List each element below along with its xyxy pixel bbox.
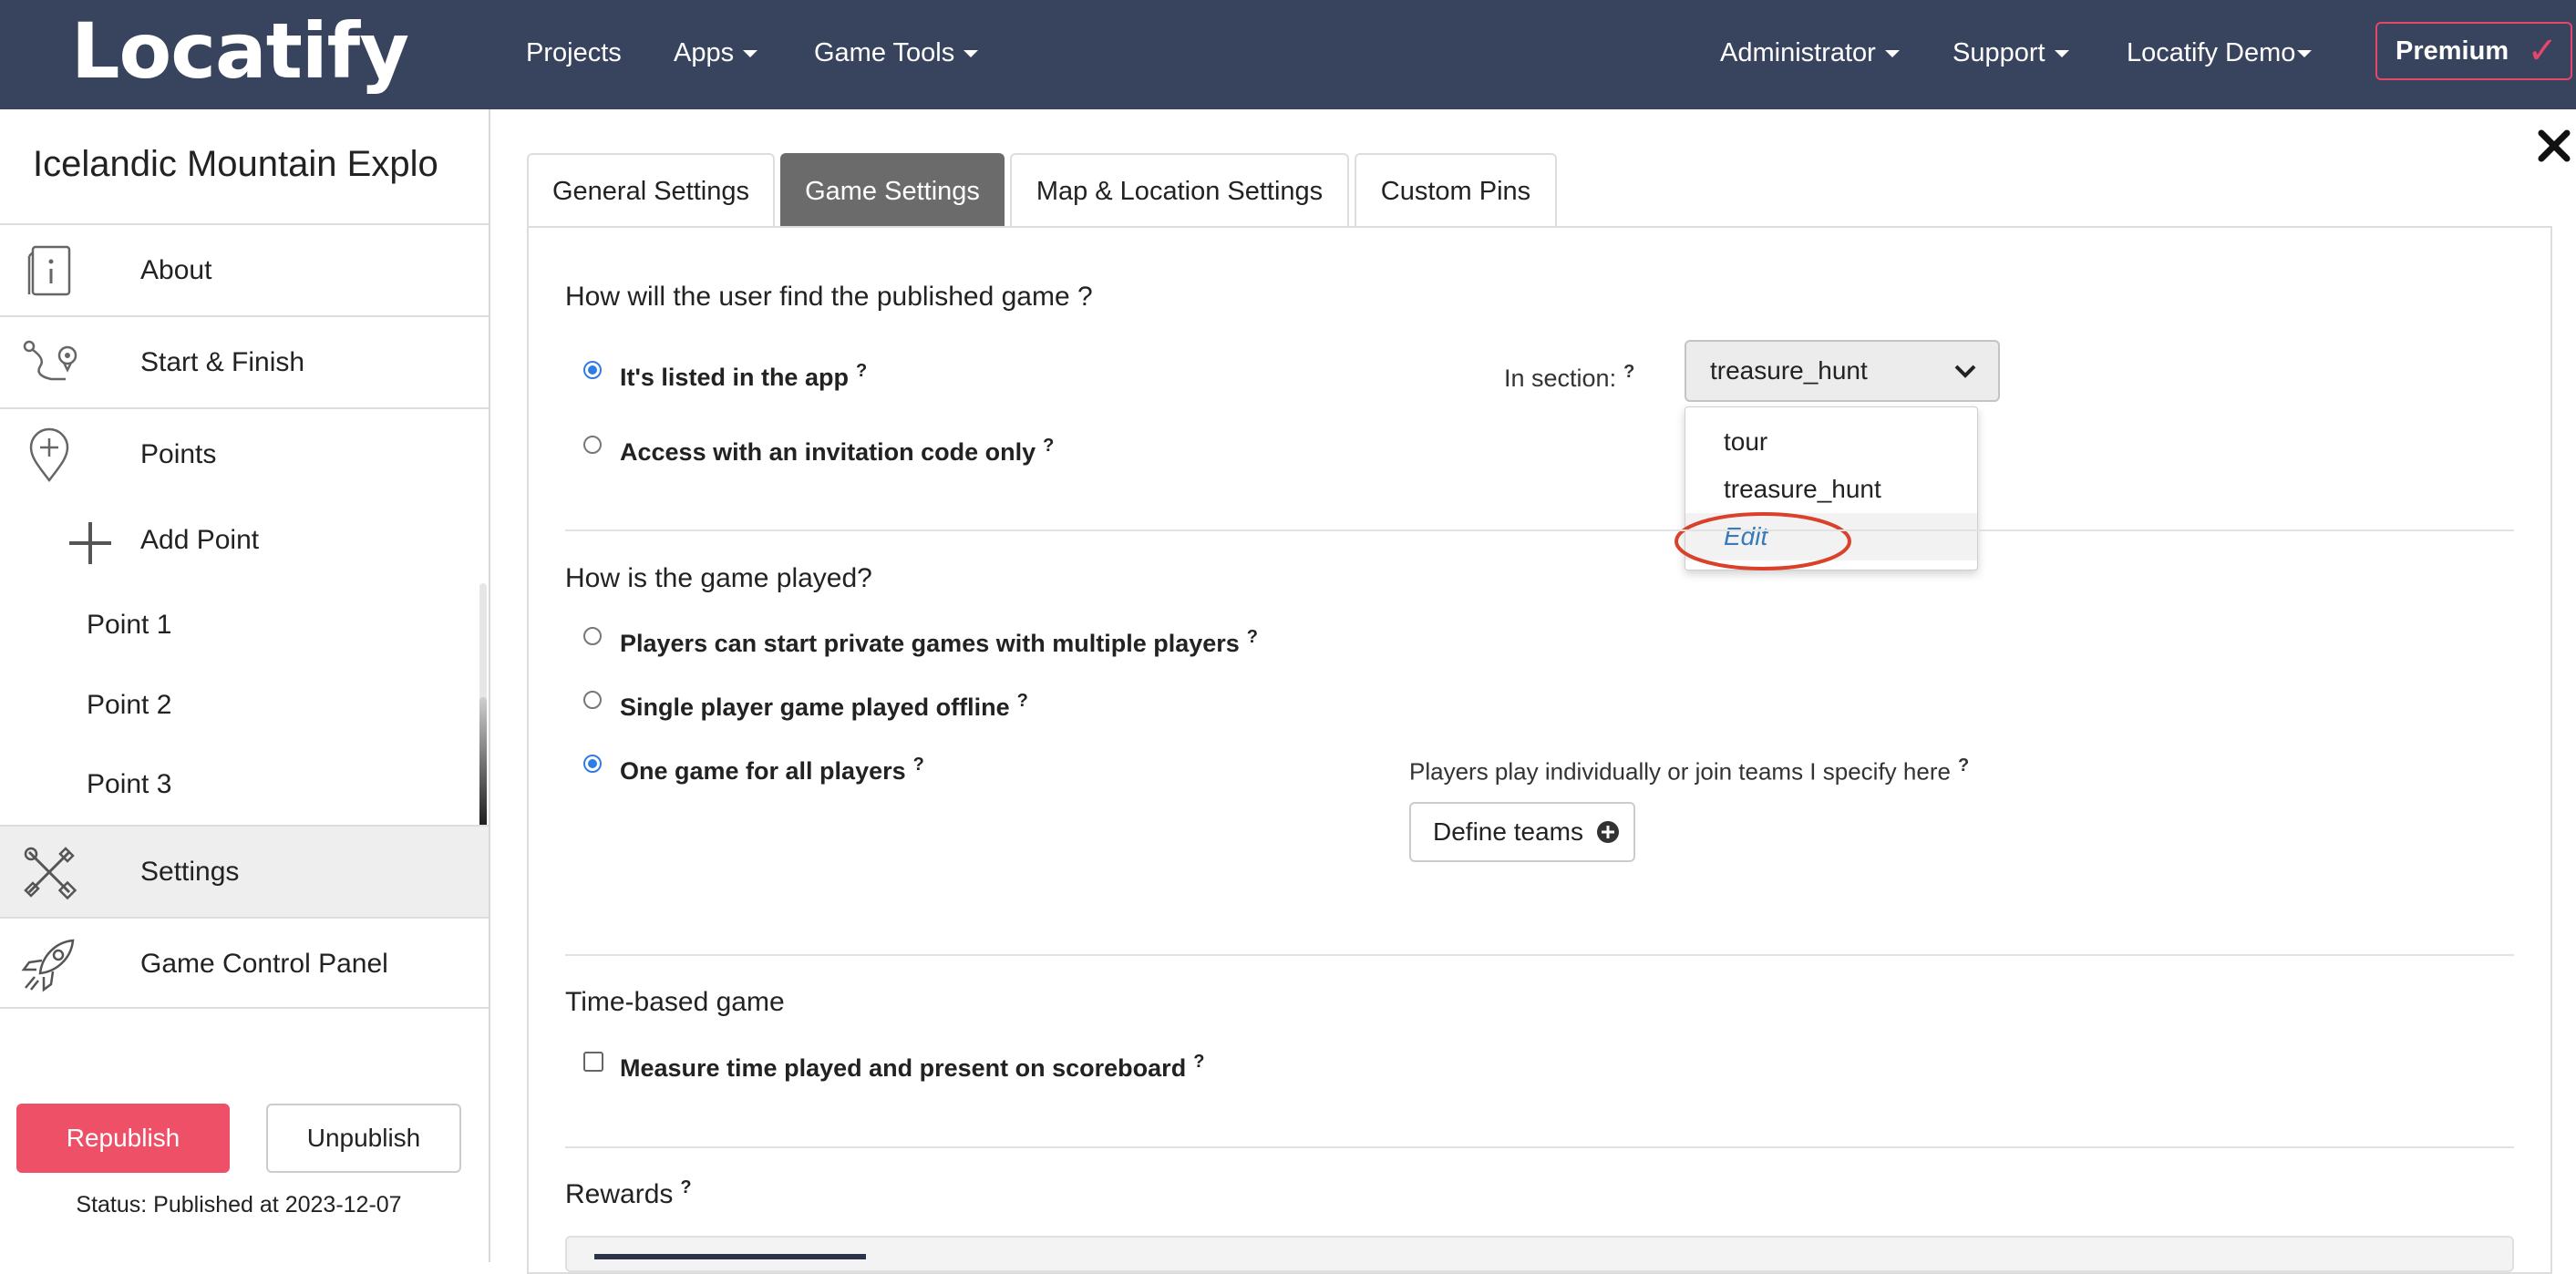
section-dropdown-menu: tour treasure_hunt Edit	[1685, 406, 1978, 570]
tab-custom-pins[interactable]: Custom Pins	[1355, 153, 1557, 226]
nav-administrator-label: Administrator	[1720, 38, 1876, 67]
info-icon	[27, 245, 71, 296]
private-games-radio[interactable]	[583, 627, 602, 645]
time-based-title: Time-based game	[565, 987, 785, 1017]
sidebar: Icelandic Mountain Explo About Start & F…	[0, 109, 490, 1262]
one-game-all-radio[interactable]	[583, 755, 602, 773]
invitation-code-radio[interactable]	[583, 436, 602, 454]
nav-apps[interactable]: Apps	[674, 35, 758, 71]
sidebar-item-game-control-panel[interactable]: Game Control Panel	[0, 917, 489, 1009]
sidebar-point-item[interactable]: Point 2	[87, 687, 171, 724]
help-icon[interactable]: ?	[1958, 755, 1969, 776]
republish-button[interactable]: Republish	[16, 1104, 230, 1173]
caret-down-icon	[2297, 50, 2313, 58]
route-icon	[23, 340, 77, 381]
sidebar-item-label: Start & Finish	[140, 347, 305, 377]
define-teams-button[interactable]: Define teams	[1409, 802, 1635, 862]
premium-label: Premium	[2396, 36, 2509, 66]
sidebar-item-label: Settings	[140, 857, 240, 887]
help-icon[interactable]: ?	[1193, 1052, 1204, 1072]
in-section-text: In section:	[1504, 365, 1617, 392]
single-player-radio[interactable]	[583, 691, 602, 709]
tab-game-settings[interactable]: Game Settings	[780, 153, 1005, 226]
nav-game-tools-label: Game Tools	[814, 38, 955, 67]
help-icon[interactable]: ?	[1017, 691, 1028, 711]
one-game-all-label: One game for all players	[620, 757, 906, 785]
rewards-title: Rewards?	[565, 1177, 692, 1210]
dropdown-option-tour[interactable]: tour	[1685, 418, 1977, 466]
map-pin-plus-icon	[29, 427, 69, 483]
measure-time-checkbox[interactable]	[583, 1052, 603, 1072]
nav-locatify-demo-label: Locatify Demo	[2127, 38, 2296, 67]
measure-time-label: Measure time played and present on score…	[620, 1054, 1187, 1082]
sidebar-item-points[interactable]: Points	[0, 407, 489, 499]
caret-down-icon	[1884, 50, 1900, 58]
chevron-down-icon	[1954, 365, 1976, 378]
sidebar-item-label: About	[140, 255, 212, 285]
unpublish-button[interactable]: Unpublish	[266, 1104, 461, 1173]
sidebar-item-settings[interactable]: Settings	[0, 825, 489, 917]
caret-down-icon	[963, 50, 979, 58]
rocket-icon	[21, 939, 75, 992]
nav-administrator[interactable]: Administrator	[1720, 35, 1900, 71]
find-section-title: How will the user find the published gam…	[565, 282, 1093, 312]
listed-in-app-label: It's listed in the app	[620, 364, 849, 391]
publish-status: Status: Published at 2023-12-07	[76, 1192, 402, 1217]
sidebar-point-item[interactable]: Point 3	[87, 766, 171, 803]
rewards-box	[565, 1236, 2514, 1272]
nav-support[interactable]: Support	[1953, 35, 2069, 71]
premium-button[interactable]: Premium ✓	[2375, 22, 2572, 80]
divider	[565, 1146, 2514, 1148]
divider	[565, 529, 2514, 531]
rewards-preview	[594, 1254, 866, 1259]
define-teams-label: Define teams	[1433, 817, 1583, 846]
sidebar-item-label: Points	[140, 439, 217, 469]
sidebar-scrollbar[interactable]	[479, 583, 487, 838]
section-select-value: treasure_hunt	[1710, 356, 1868, 385]
tab-general-settings[interactable]: General Settings	[527, 153, 775, 226]
locatify-logo[interactable]: Locatify	[71, 5, 409, 97]
top-navbar: Locatify Projects Apps Game Tools Admini…	[0, 0, 2576, 109]
single-player-label: Single player game played offline	[620, 694, 1010, 721]
plus-circle-icon	[1596, 821, 1619, 843]
nav-apps-label: Apps	[674, 38, 735, 67]
help-icon[interactable]: ?	[1247, 627, 1258, 647]
sidebar-item-about[interactable]: About	[0, 223, 489, 315]
dropdown-option-edit[interactable]: Edit	[1685, 513, 1977, 560]
dropdown-option-treasure-hunt[interactable]: treasure_hunt	[1685, 466, 1977, 513]
in-section-label: In section:?	[1504, 355, 1634, 395]
nav-support-label: Support	[1953, 38, 2045, 67]
nav-projects-label: Projects	[526, 38, 622, 67]
plus-icon	[69, 522, 111, 564]
checkmark-icon: ✓	[2527, 31, 2558, 71]
played-section-title: How is the game played?	[565, 563, 872, 593]
teams-description: Players play individually or join teams …	[1409, 749, 1969, 788]
tab-map-location-settings[interactable]: Map & Location Settings	[1010, 153, 1349, 226]
help-icon[interactable]: ?	[680, 1177, 691, 1197]
caret-down-icon	[743, 50, 758, 58]
nav-projects[interactable]: Projects	[526, 35, 622, 71]
project-title: Icelandic Mountain Explo	[33, 144, 438, 184]
section-select[interactable]: treasure_hunt	[1685, 340, 2000, 402]
help-icon[interactable]: ?	[1623, 362, 1634, 382]
help-icon[interactable]: ?	[856, 361, 867, 381]
help-icon[interactable]: ?	[913, 755, 924, 775]
teams-text: Players play individually or join teams …	[1409, 757, 1951, 786]
sidebar-item-start-finish[interactable]: Start & Finish	[0, 315, 489, 407]
listed-in-app-radio[interactable]	[583, 361, 602, 379]
scrollbar-thumb[interactable]	[479, 697, 487, 834]
rewards-title-text: Rewards	[565, 1179, 674, 1209]
help-icon[interactable]: ?	[1043, 436, 1054, 456]
tools-icon	[24, 847, 77, 900]
private-games-label: Players can start private games with mul…	[620, 630, 1240, 657]
invitation-code-label: Access with an invitation code only	[620, 438, 1036, 466]
close-icon[interactable]	[2536, 128, 2572, 164]
sidebar-item-label: Game Control Panel	[140, 949, 388, 979]
sidebar-point-item[interactable]: Point 1	[87, 607, 171, 643]
divider	[565, 954, 2514, 956]
caret-down-icon	[2054, 50, 2069, 58]
nav-game-tools[interactable]: Game Tools	[814, 35, 979, 71]
nav-locatify-demo[interactable]: Locatify Demo	[2127, 35, 2313, 71]
add-point-label: Add Point	[140, 525, 260, 555]
